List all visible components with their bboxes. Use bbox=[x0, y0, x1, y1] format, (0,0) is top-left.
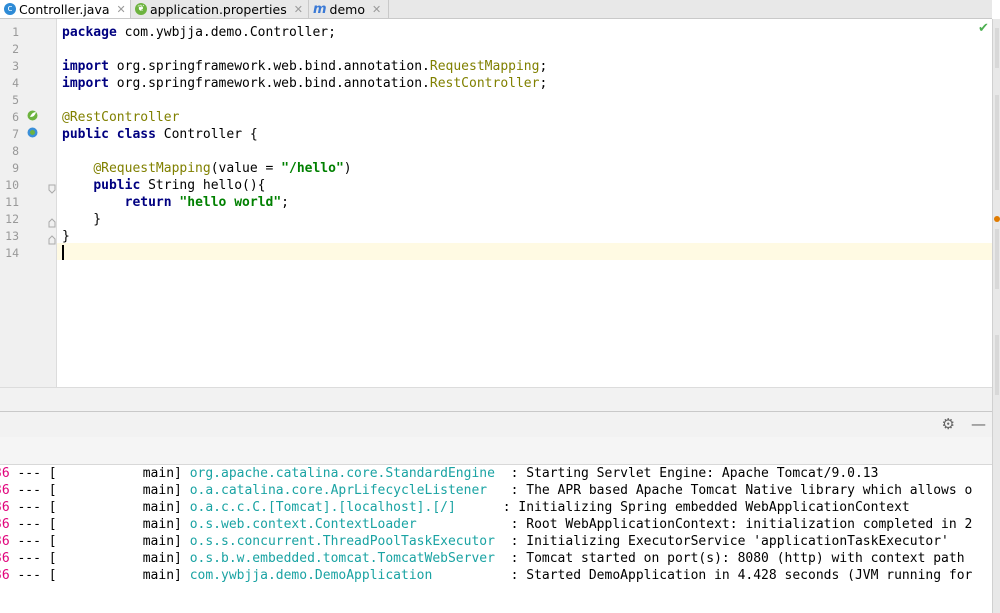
spring-bean-icon[interactable] bbox=[27, 110, 38, 121]
line-number: 9 bbox=[12, 161, 19, 175]
class-icon: c bbox=[4, 3, 16, 15]
web-globe-icon[interactable] bbox=[27, 127, 38, 138]
fold-icon[interactable] bbox=[48, 235, 56, 245]
line-number-gutter: 1 2 3 4 5 6 7 8 9 10 11 12 13 14 bbox=[0, 19, 57, 387]
line-number: 3 bbox=[12, 59, 19, 73]
line-number: 12 bbox=[5, 212, 19, 226]
tab-application-properties[interactable]: ❦ application.properties ✕ bbox=[131, 0, 309, 18]
console-line: 36 --- [ main] com.ywbjja.demo.DemoAppli… bbox=[0, 568, 973, 583]
line-number: 4 bbox=[12, 76, 19, 90]
line-number: 14 bbox=[5, 246, 19, 260]
console-line: 36 --- [ main] o.a.catalina.core.AprLife… bbox=[0, 483, 973, 498]
console-line: 36 --- [ main] o.s.s.concurrent.ThreadPo… bbox=[0, 534, 949, 549]
database-tool-tab[interactable] bbox=[993, 28, 1000, 68]
tab-label: Controller.java bbox=[19, 1, 110, 17]
line-number: 2 bbox=[12, 42, 19, 56]
current-line-highlight bbox=[57, 243, 992, 260]
spring-icon: ❦ bbox=[135, 3, 147, 15]
line-number: 6 bbox=[12, 110, 19, 124]
line-number: 5 bbox=[12, 93, 19, 107]
console-line: 36 --- [ main] o.s.web.context.ContextLo… bbox=[0, 517, 973, 532]
tab-label: demo bbox=[329, 1, 365, 17]
code-line-13: } bbox=[62, 229, 70, 244]
tab-controller-java[interactable]: c Controller.java ✕ bbox=[0, 0, 131, 18]
maven-icon: m bbox=[313, 1, 327, 17]
fold-icon[interactable] bbox=[48, 218, 56, 228]
editor-tab-bar: c Controller.java ✕ ❦ application.proper… bbox=[0, 0, 992, 19]
console-line: 36 --- [ main] o.s.b.w.embedded.tomcat.T… bbox=[0, 551, 965, 566]
code-line-10: public String hello(){ bbox=[93, 178, 266, 193]
minimize-icon[interactable]: — bbox=[971, 415, 986, 433]
console-line: 36 --- [ main] org.apache.catalina.core.… bbox=[0, 466, 879, 481]
console-output[interactable]: 36 --- [ main] org.apache.catalina.core.… bbox=[0, 465, 992, 613]
code-line-3: import org.springframework.web.bind.anno… bbox=[62, 59, 548, 74]
maven-projects-tool-tab[interactable] bbox=[994, 95, 1000, 190]
code-line-7: public class Controller { bbox=[62, 127, 258, 142]
console-line: 36 --- [ main] o.a.c.c.C.[Tomcat].[local… bbox=[0, 500, 910, 515]
line-number: 10 bbox=[5, 178, 19, 192]
code-line-6: @RestController bbox=[62, 110, 180, 125]
line-number: 8 bbox=[12, 144, 19, 158]
run-panel-header: ⚙ — bbox=[0, 411, 992, 438]
ant-build-tool-tab[interactable] bbox=[994, 335, 1000, 395]
code-line-12: } bbox=[62, 212, 102, 227]
line-number: 11 bbox=[5, 195, 19, 209]
line-number: 7 bbox=[12, 127, 19, 141]
line-number: 13 bbox=[5, 229, 19, 243]
editor-bottom-area bbox=[0, 387, 992, 412]
text-caret bbox=[62, 245, 64, 260]
code-line-1: package com.ywbjja.demo.Controller; bbox=[62, 25, 336, 40]
inspection-ok-icon[interactable]: ✔ bbox=[978, 21, 989, 36]
gear-icon[interactable]: ⚙ bbox=[942, 415, 955, 433]
tab-label: application.properties bbox=[150, 1, 287, 17]
code-line-4: import org.springframework.web.bind.anno… bbox=[62, 76, 548, 91]
bean-validation-tool-tab[interactable] bbox=[993, 215, 1000, 295]
code-line-11: return "hello world"; bbox=[124, 195, 289, 210]
code-line-9: @RequestMapping(value = "/hello") bbox=[93, 161, 352, 176]
close-icon[interactable]: ✕ bbox=[117, 3, 126, 16]
run-panel-toolbar bbox=[0, 437, 992, 465]
line-number: 1 bbox=[12, 25, 19, 39]
close-icon[interactable]: ✕ bbox=[294, 3, 303, 16]
close-icon[interactable]: ✕ bbox=[372, 3, 381, 16]
tab-demo[interactable]: m demo ✕ bbox=[309, 0, 389, 18]
code-editor[interactable]: package com.ywbjja.demo.Controller; impo… bbox=[57, 19, 992, 387]
fold-icon[interactable] bbox=[48, 184, 56, 194]
